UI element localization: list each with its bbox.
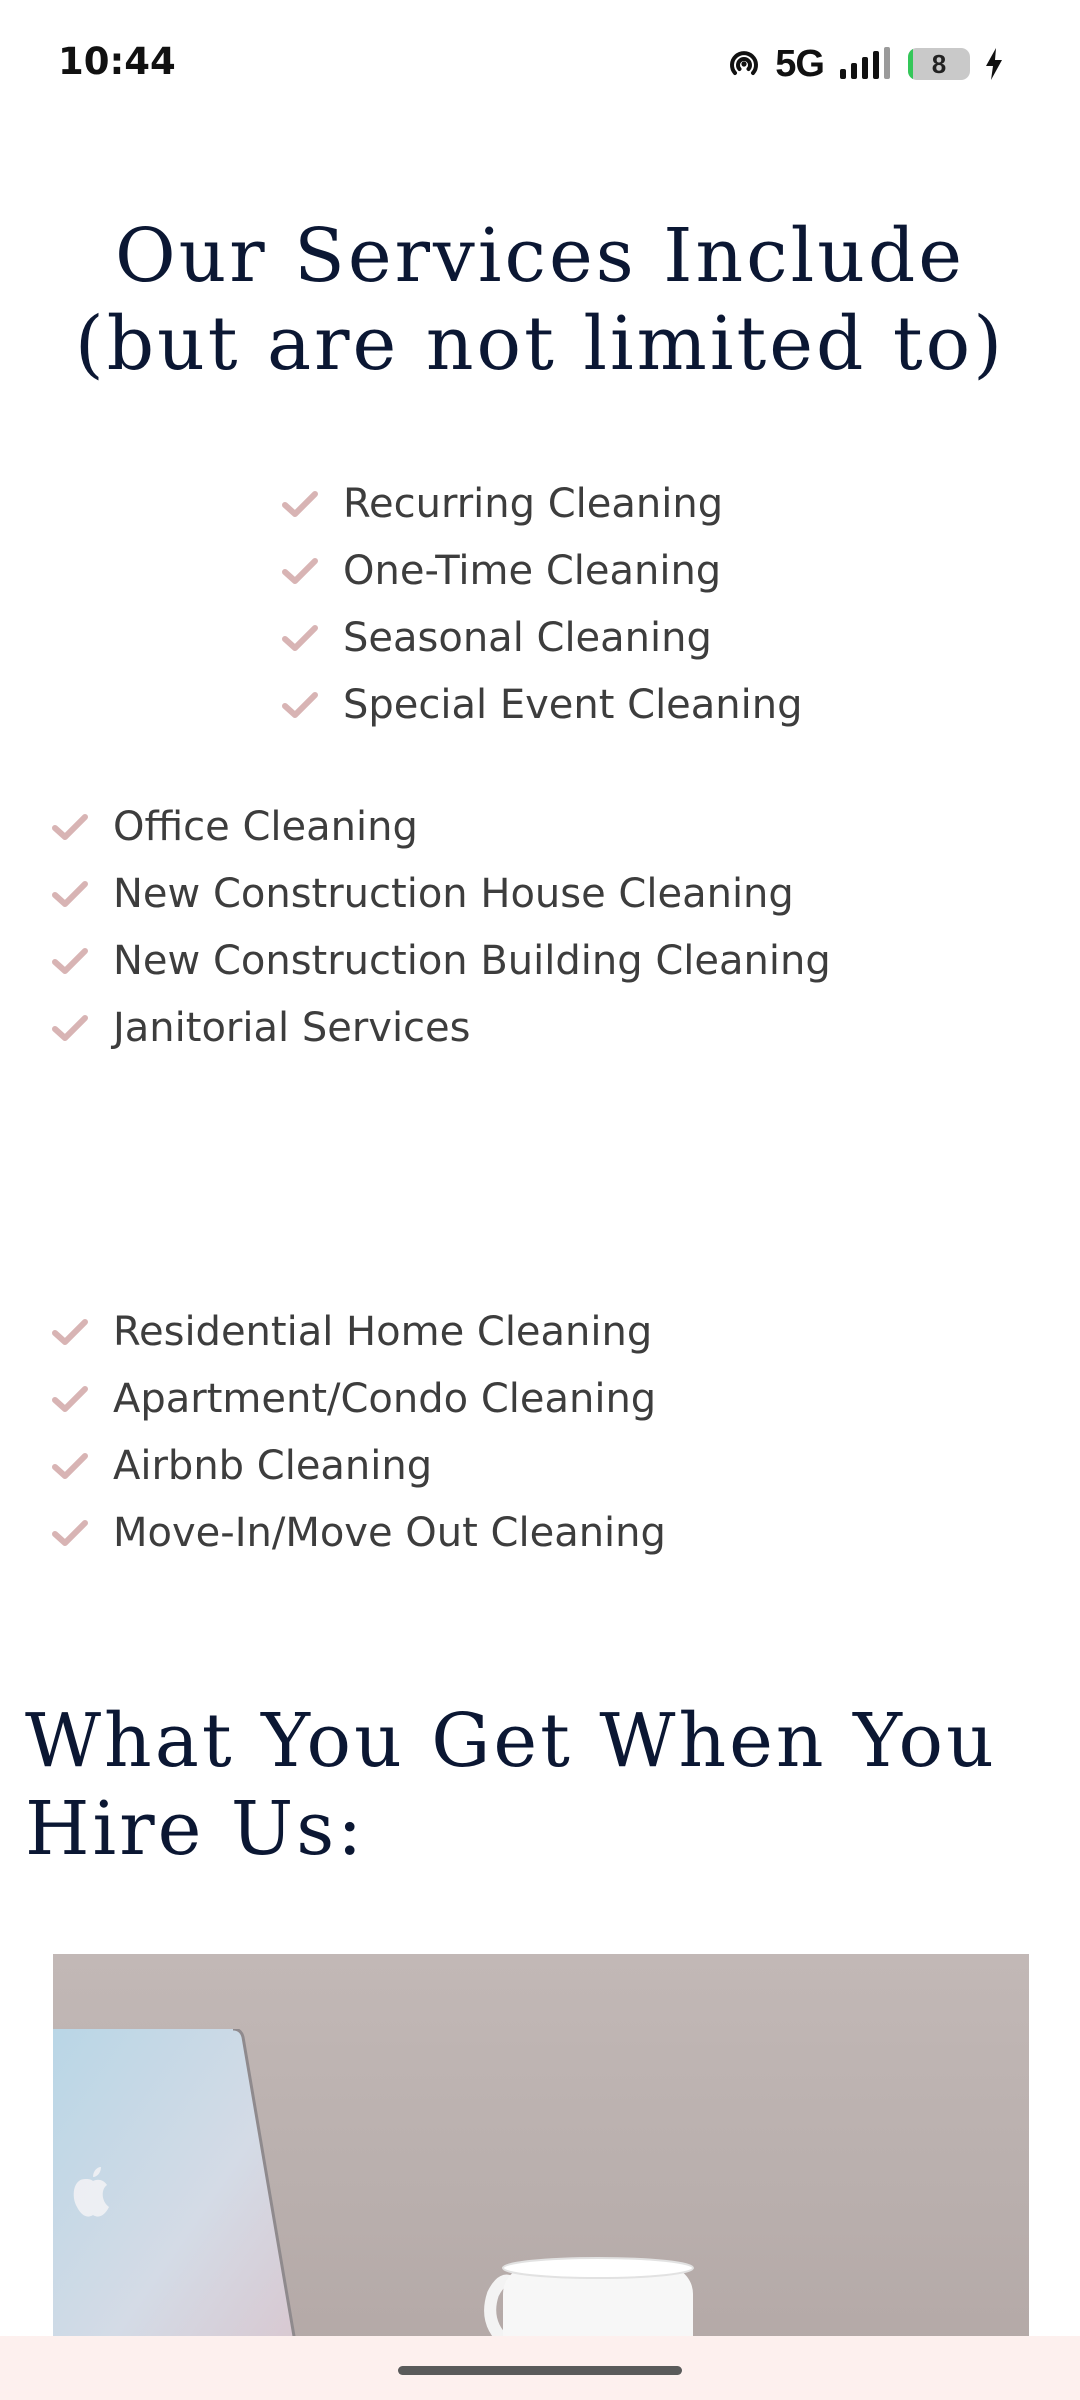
services-heading: Our Services Include (but are not limite…: [74, 213, 1006, 387]
check-icon: [282, 691, 318, 718]
check-icon: [282, 557, 318, 584]
status-indicators: 5G 8: [727, 42, 1004, 85]
status-bar: 10:44 5G 8: [0, 0, 1080, 130]
list-item-label: One-Time Cleaning: [343, 547, 722, 594]
list-item-label: Move-In/Move Out Cleaning: [113, 1509, 666, 1556]
list-item: Residential Home Cleaning: [52, 1298, 666, 1365]
list-item-label: Residential Home Cleaning: [113, 1308, 653, 1355]
list-item-label: Airbnb Cleaning: [113, 1442, 433, 1489]
list-item: New Construction Building Cleaning: [52, 927, 831, 994]
network-type: 5G: [775, 42, 825, 85]
list-item: Janitorial Services: [52, 994, 831, 1061]
check-icon: [52, 880, 88, 907]
list-item-label: New Construction Building Cleaning: [113, 937, 831, 984]
services-list-residential: Residential Home Cleaning Apartment/Cond…: [52, 1298, 666, 1566]
check-icon: [52, 813, 88, 840]
list-item: Airbnb Cleaning: [52, 1432, 666, 1499]
hire-heading: What You Get When You Hire Us:: [25, 1698, 997, 1872]
services-list-scheduling: Recurring Cleaning One-Time Cleaning Sea…: [282, 470, 803, 738]
home-indicator[interactable]: [398, 2366, 682, 2375]
navigation-bar: [0, 2336, 1080, 2400]
check-icon: [52, 1452, 88, 1479]
list-item-label: Recurring Cleaning: [343, 480, 724, 527]
charging-icon: [986, 48, 1002, 80]
workspace-photo: [53, 1954, 1029, 2354]
check-icon: [282, 490, 318, 517]
laptop-image: [53, 2029, 299, 2354]
check-icon: [52, 1014, 88, 1041]
check-icon: [52, 1385, 88, 1412]
check-icon: [52, 1318, 88, 1345]
list-item: Apartment/Condo Cleaning: [52, 1365, 666, 1432]
hotspot-icon: [730, 51, 759, 75]
check-icon: [52, 947, 88, 974]
battery-level: 8: [931, 49, 947, 79]
list-item: Recurring Cleaning: [282, 470, 803, 537]
list-item-label: Apartment/Condo Cleaning: [113, 1375, 657, 1422]
check-icon: [52, 1519, 88, 1546]
list-item-label: Janitorial Services: [113, 1004, 471, 1051]
check-icon: [282, 624, 318, 651]
list-item-label: Special Event Cleaning: [343, 681, 803, 728]
list-item: Move-In/Move Out Cleaning: [52, 1499, 666, 1566]
list-item: Seasonal Cleaning: [282, 604, 803, 671]
services-list-commercial: Office Cleaning New Construction House C…: [52, 793, 831, 1061]
list-item: Office Cleaning: [52, 793, 831, 860]
list-item-label: New Construction House Cleaning: [113, 870, 794, 917]
page: 10:44 5G 8 Our Services Include (but are…: [0, 0, 1080, 2400]
list-item-label: Office Cleaning: [113, 803, 418, 850]
status-time: 10:44: [58, 40, 176, 83]
list-item: One-Time Cleaning: [282, 537, 803, 604]
battery-icon: 8: [908, 48, 970, 80]
signal-icon: [840, 47, 890, 79]
list-item: Special Event Cleaning: [282, 671, 803, 738]
list-item-label: Seasonal Cleaning: [343, 614, 712, 661]
list-item: New Construction House Cleaning: [52, 860, 831, 927]
